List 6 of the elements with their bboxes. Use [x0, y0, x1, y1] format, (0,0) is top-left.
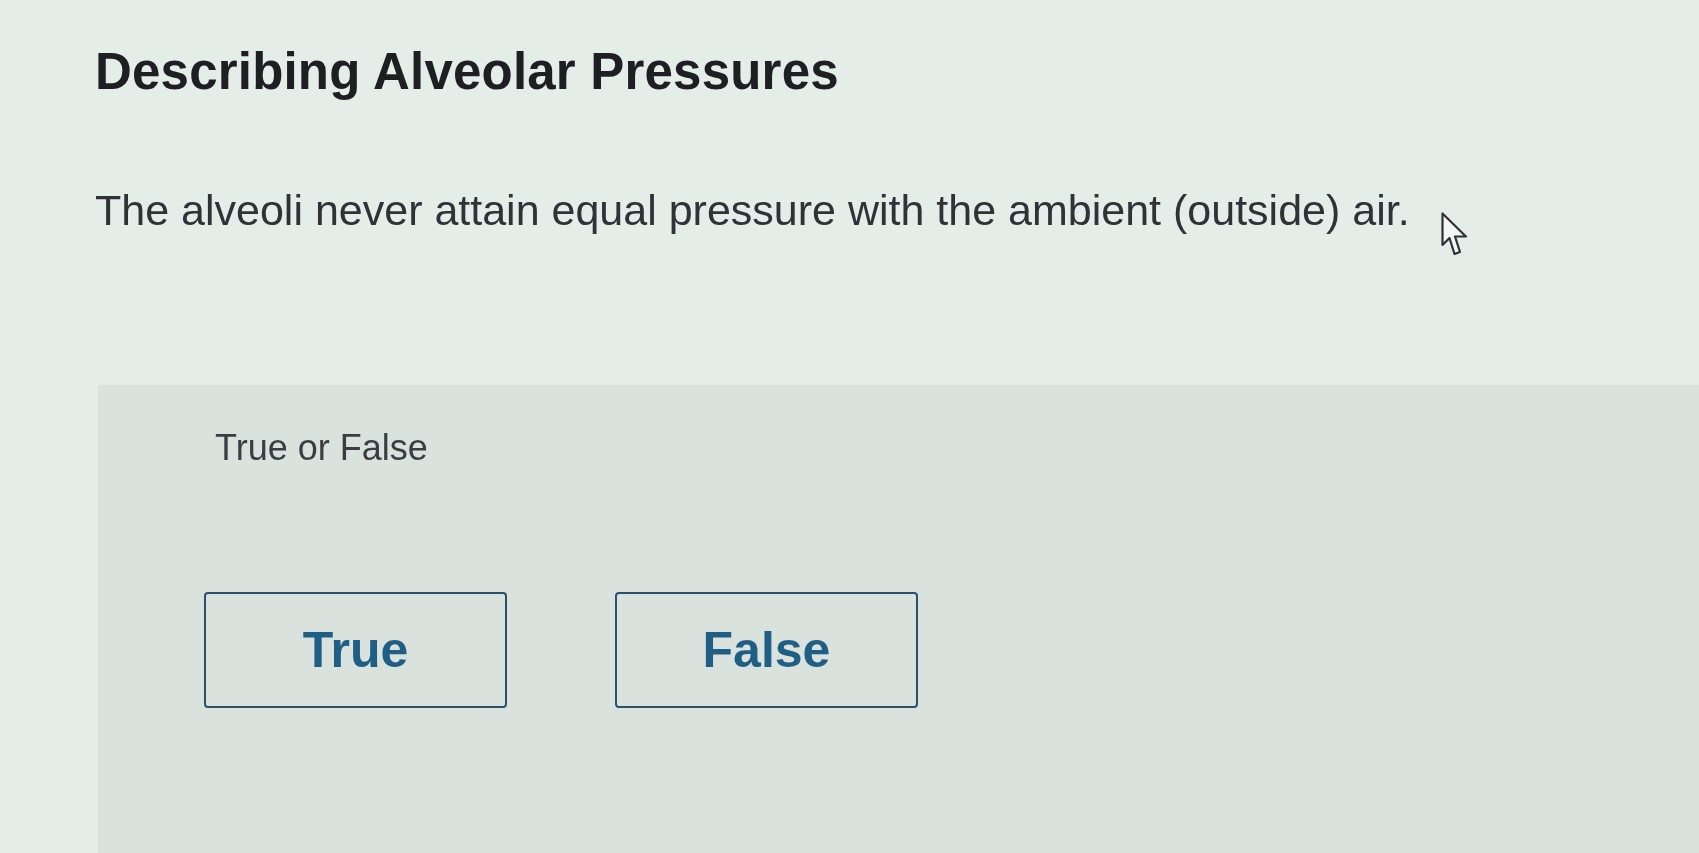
page-title: Describing Alveolar Pressures [95, 43, 839, 102]
answer-option[interactable]: False [615, 591, 918, 708]
mouse-pointer-icon [1441, 212, 1468, 256]
answer-option[interactable]: True [204, 591, 507, 708]
answer-prompt: True or False [215, 427, 428, 469]
question-text: The alveoli never attain equal pressure with the ambient (outside) air. [95, 184, 1410, 236]
